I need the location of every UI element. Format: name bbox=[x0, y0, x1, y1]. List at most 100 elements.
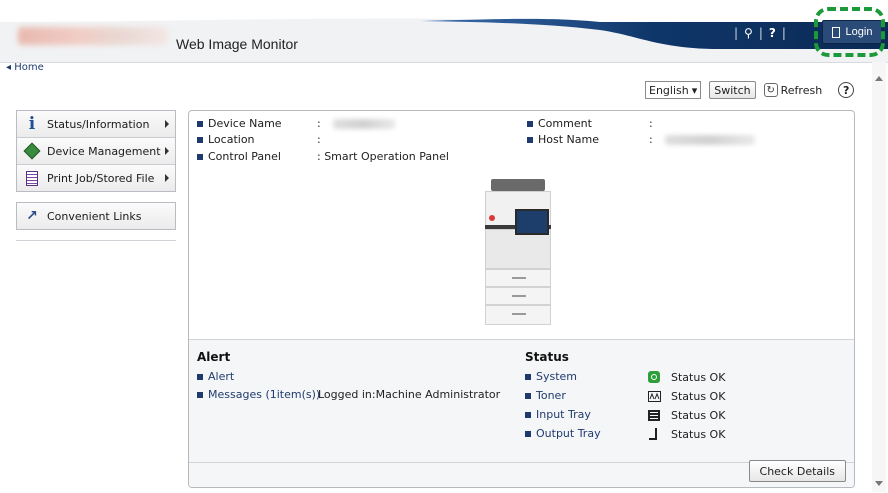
chevron-right-icon bbox=[165, 174, 169, 182]
redacted-value bbox=[664, 134, 755, 145]
logged-in-text: Logged in:Machine Administrator bbox=[318, 388, 501, 401]
status-system-value: Status OK bbox=[647, 370, 725, 384]
scroll-up-icon[interactable] bbox=[875, 76, 883, 81]
location-label: Location bbox=[208, 133, 255, 146]
status-output-tray-link[interactable]: Output Tray bbox=[525, 427, 601, 440]
system-status-icon bbox=[647, 370, 661, 384]
info-icon: i bbox=[28, 114, 36, 134]
status-toner-value: Status OK bbox=[647, 389, 725, 403]
document-icon bbox=[23, 169, 41, 187]
status-name: System bbox=[536, 370, 578, 383]
language-select[interactable]: English ▾ bbox=[645, 81, 702, 99]
sidebar-links: ↗ Convenient Links bbox=[16, 202, 176, 230]
device-image bbox=[485, 179, 551, 325]
status-toner-link[interactable]: Toner bbox=[525, 389, 566, 402]
colon: : bbox=[317, 117, 321, 130]
bullet bbox=[527, 136, 533, 143]
sidebar-item-print-job[interactable]: Print Job/Stored File bbox=[17, 165, 175, 191]
switch-button[interactable]: Switch bbox=[709, 81, 756, 99]
messages-link-label: Messages (1item(s)) bbox=[208, 388, 321, 401]
host-name-value: : bbox=[649, 133, 755, 146]
status-name: Input Tray bbox=[536, 408, 591, 421]
app-title: Web Image Monitor bbox=[176, 36, 298, 52]
redacted-value bbox=[332, 118, 395, 129]
sidebar-item-status-information[interactable]: i Status/Information bbox=[17, 111, 175, 138]
login-label: Login bbox=[845, 26, 873, 38]
sidebar-item-convenient-links[interactable]: ↗ Convenient Links bbox=[17, 203, 175, 229]
divider: | bbox=[734, 26, 739, 40]
colon: : bbox=[317, 133, 321, 146]
status-system-link[interactable]: System bbox=[525, 370, 577, 383]
messages-link[interactable]: Messages (1item(s)) bbox=[197, 388, 320, 401]
input-tray-icon bbox=[647, 408, 661, 422]
bullet bbox=[525, 392, 531, 399]
status-text: Status OK bbox=[671, 408, 726, 422]
bullet bbox=[527, 120, 533, 127]
sidebar-menu: i Status/Information Device Management P… bbox=[16, 110, 176, 192]
alert-status-section: Alert Alert Messages (1item(s)) Logged i… bbox=[189, 339, 854, 487]
refresh-button[interactable]: ↻ Refresh bbox=[763, 83, 823, 97]
control-panel-label: Control Panel bbox=[208, 150, 281, 163]
status-name: Output Tray bbox=[536, 427, 601, 440]
device-name-row: Device Name bbox=[197, 117, 282, 130]
bullet bbox=[197, 391, 203, 398]
output-tray-icon bbox=[647, 427, 661, 441]
comment-row: Comment bbox=[527, 117, 592, 130]
location-row: Location bbox=[197, 133, 255, 146]
check-details-button[interactable]: Check Details bbox=[748, 460, 846, 482]
refresh-icon: ↻ bbox=[763, 83, 778, 97]
location-value: : bbox=[317, 133, 321, 146]
status-input-tray-link[interactable]: Input Tray bbox=[525, 408, 591, 421]
link-arrow-icon: ↗ bbox=[26, 208, 38, 224]
bullet bbox=[197, 136, 203, 143]
alert-link-label: Alert bbox=[208, 370, 235, 383]
control-panel-row: Control Panel bbox=[197, 150, 281, 163]
language-value: English bbox=[649, 83, 689, 97]
device-screen bbox=[515, 209, 549, 235]
sidebar-item-label: Device Management bbox=[47, 144, 161, 158]
help-icon[interactable]: ? bbox=[769, 26, 776, 40]
page-scrollbar[interactable] bbox=[872, 62, 886, 492]
device-name-label: Device Name bbox=[208, 117, 282, 130]
alert-link[interactable]: Alert bbox=[197, 370, 234, 383]
status-text: Status OK bbox=[671, 427, 726, 441]
sidebar-item-label: Print Job/Stored File bbox=[47, 171, 155, 185]
device-management-icon bbox=[23, 142, 41, 160]
divider: | bbox=[758, 26, 763, 40]
scroll-down-icon[interactable] bbox=[875, 481, 883, 486]
manufacturer-logo bbox=[18, 27, 168, 45]
bullet bbox=[197, 120, 203, 127]
status-text: Status OK bbox=[671, 370, 726, 384]
host-name-label: Host Name bbox=[538, 133, 599, 146]
chevron-right-icon bbox=[165, 120, 169, 128]
sidebar-item-label: Convenient Links bbox=[47, 209, 142, 223]
status-text: Status OK bbox=[671, 389, 726, 403]
sidebar: i Status/Information Device Management P… bbox=[16, 110, 176, 241]
bullet bbox=[197, 373, 203, 380]
login-button[interactable]: Login bbox=[822, 20, 882, 44]
search-icon[interactable]: ⚲ bbox=[744, 26, 753, 40]
divider bbox=[16, 240, 176, 241]
bullet bbox=[525, 430, 531, 437]
chevron-down-icon: ▾ bbox=[691, 83, 698, 97]
home-link[interactable]: ◂ Home bbox=[6, 62, 44, 73]
host-name-row: Host Name bbox=[527, 133, 599, 146]
refresh-label: Refresh bbox=[780, 83, 823, 97]
page-toolbar: English ▾ Switch ↻ Refresh ? bbox=[645, 80, 855, 100]
bullet bbox=[197, 153, 203, 160]
comment-value: : bbox=[649, 117, 653, 130]
sidebar-item-label: Status/Information bbox=[47, 117, 150, 131]
header-tools: | ⚲ | ? | bbox=[728, 24, 792, 42]
status-name: Toner bbox=[536, 389, 566, 402]
status-input-tray-value: Status OK bbox=[647, 408, 725, 422]
header: Web Image Monitor | ⚲ | ? | Login ◂ Home bbox=[0, 0, 888, 73]
device-panel: Device Name : Location : Control Panel :… bbox=[188, 110, 855, 488]
bullet bbox=[525, 373, 531, 380]
status-output-tray-value: Status OK bbox=[647, 427, 725, 441]
sidebar-item-device-management[interactable]: Device Management bbox=[17, 138, 175, 165]
colon: : bbox=[649, 133, 653, 146]
control-panel-value: : Smart Operation Panel bbox=[317, 150, 449, 163]
page-help-icon[interactable]: ? bbox=[838, 82, 855, 98]
divider: | bbox=[781, 26, 786, 40]
alert-title: Alert bbox=[197, 350, 231, 364]
